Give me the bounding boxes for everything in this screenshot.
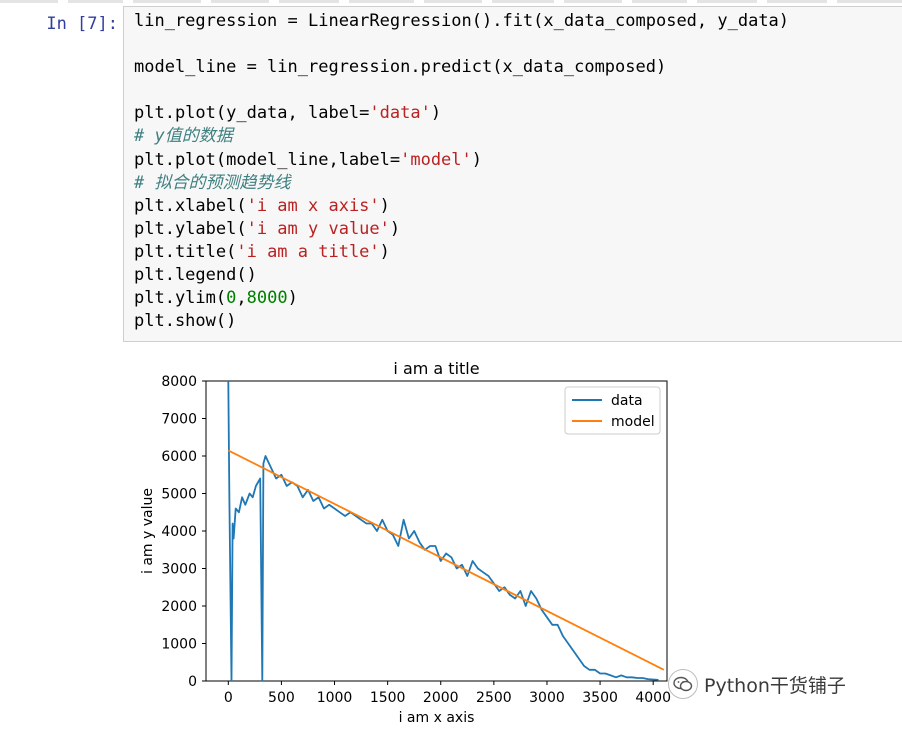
code-token: ) xyxy=(389,218,401,239)
code-string: 'data' xyxy=(369,103,431,124)
code-comment: # y值的数据 xyxy=(134,126,233,147)
code-line: plt.show() xyxy=(134,311,236,331)
code-token: ) xyxy=(430,103,442,124)
code-line: plt.ylabel('i am y value') xyxy=(134,219,400,239)
y-tick-label: 3000 xyxy=(161,562,197,578)
code-token: plt.plot(y_data, label= xyxy=(134,103,370,124)
code-line: plt.plot(model_line,label='model') xyxy=(134,150,482,170)
code-line: plt.xlabel('i am x axis') xyxy=(134,196,390,216)
x-tick-label: 1500 xyxy=(370,690,406,706)
y-tick-label: 5000 xyxy=(161,487,197,503)
code-line: lin_regression = LinearRegression().fit(… xyxy=(134,11,789,31)
y-tick-label: 7000 xyxy=(161,412,197,428)
code-line: # 拟合的预测趋势线 xyxy=(134,173,290,193)
x-axis-label: i am x axis xyxy=(399,710,475,725)
legend-label: model xyxy=(611,414,655,430)
y-axis-label: i am y value xyxy=(140,488,156,574)
x-tick-label: 500 xyxy=(268,690,295,706)
code-string: 'i am a title' xyxy=(236,241,380,262)
code-editor[interactable]: lin_regression = LinearRegression().fit(… xyxy=(134,10,789,333)
code-token: ) xyxy=(379,241,390,262)
code-cell[interactable]: lin_regression = LinearRegression().fit(… xyxy=(123,6,902,342)
code-line: plt.plot(y_data, label='data') xyxy=(134,103,441,123)
code-line: plt.title('i am a title') xyxy=(134,242,390,262)
cell-prompt: In [7]: xyxy=(46,14,118,34)
code-token: ) xyxy=(287,288,298,309)
code-line: plt.ylim(0,8000) xyxy=(134,288,298,308)
code-token: plt.xlabel( xyxy=(134,195,247,216)
code-number: 0 xyxy=(226,288,237,309)
y-tick-label: 8000 xyxy=(161,374,197,390)
code-line: model_line = lin_regression.predict(x_da… xyxy=(134,57,666,77)
x-tick-label: 3500 xyxy=(582,690,618,706)
code-token: model_line = lin_regression.predict(x_da… xyxy=(134,57,667,78)
code-string: 'i am x axis' xyxy=(246,195,380,216)
x-tick-label: 2500 xyxy=(476,690,512,706)
watermark: Python干货铺子 xyxy=(668,668,846,700)
code-number: 8000 xyxy=(246,288,288,309)
y-tick-label: 2000 xyxy=(161,599,197,615)
y-tick-label: 4000 xyxy=(161,524,197,540)
x-tick-label: 2000 xyxy=(423,690,459,706)
x-tick-label: 0 xyxy=(224,690,233,706)
code-line: # y值的数据 xyxy=(134,126,233,146)
code-token: plt.plot(model_line,label= xyxy=(134,149,401,170)
x-tick-label: 3000 xyxy=(529,690,565,706)
code-token: plt.ylim( xyxy=(134,288,227,309)
code-string: 'model' xyxy=(400,149,472,170)
code-token: plt.show() xyxy=(134,311,237,332)
legend-label: data xyxy=(611,393,643,409)
y-tick-label: 6000 xyxy=(161,449,197,465)
code-comment: # 拟合的预测趋势线 xyxy=(134,172,291,193)
chart-title: i am a title xyxy=(393,359,479,378)
x-tick-label: 4000 xyxy=(635,690,671,706)
code-line: plt.legend() xyxy=(134,265,257,285)
y-tick-label: 0 xyxy=(188,674,197,690)
code-token: ) xyxy=(379,195,390,216)
code-token: lin_regression = LinearRegression().fit(… xyxy=(134,11,790,31)
watermark-text: Python干货铺子 xyxy=(704,674,846,697)
code-string: 'i am y value' xyxy=(246,218,390,239)
wechat-icon xyxy=(668,669,698,699)
y-tick-label: 1000 xyxy=(161,637,197,653)
code-token: plt.ylabel( xyxy=(134,218,247,239)
code-token: plt.title( xyxy=(134,241,237,262)
code-token: ) xyxy=(471,149,483,170)
code-token: , xyxy=(236,288,247,309)
code-token: plt.legend() xyxy=(134,265,257,286)
x-tick-label: 1000 xyxy=(317,690,353,706)
